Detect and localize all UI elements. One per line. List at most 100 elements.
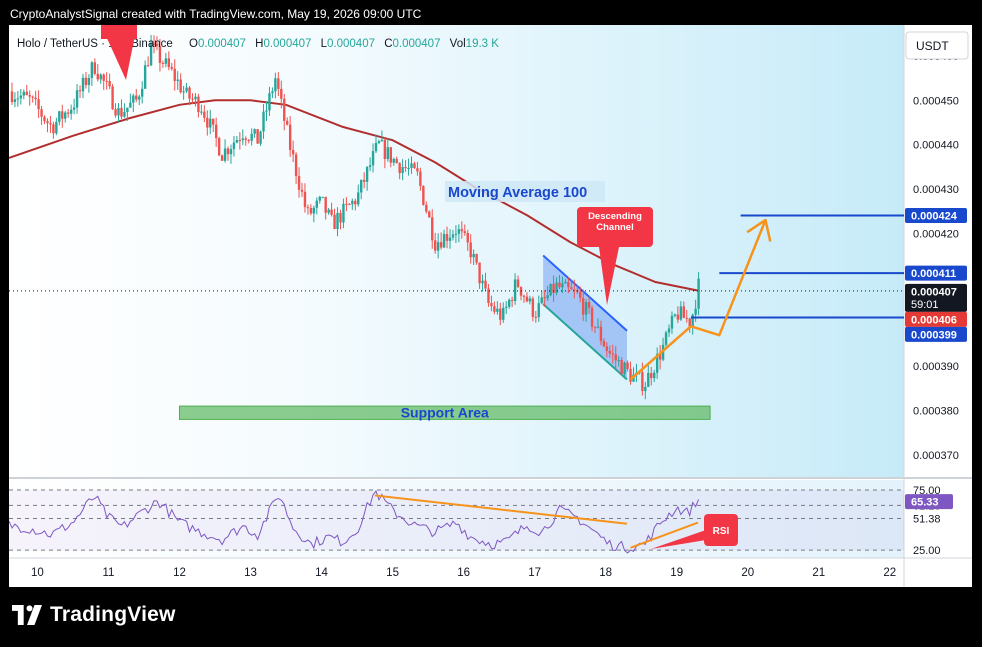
candle-body — [327, 209, 330, 213]
candle-body — [194, 96, 197, 100]
candle-body — [670, 315, 674, 329]
candle-body — [188, 87, 191, 99]
candle-body — [66, 112, 70, 114]
candle-body — [507, 299, 511, 307]
candle-body — [90, 62, 94, 79]
rsi-value-badge: 65.33 — [905, 494, 953, 510]
candle-body — [120, 107, 123, 117]
candle-body — [490, 303, 493, 307]
legend: Holo / TetherUS · 1h · Binance O0.000407… — [17, 38, 499, 50]
candle-body — [611, 353, 614, 355]
candle-body — [102, 74, 105, 81]
candle-body — [448, 237, 452, 241]
candle-body — [129, 102, 132, 108]
candle-body — [339, 212, 342, 223]
candle-body — [13, 99, 17, 103]
candle-body — [87, 78, 91, 86]
candle-body — [232, 142, 236, 150]
candle-body — [108, 80, 111, 87]
price-badge-blue: 0.000411 — [905, 265, 967, 281]
candle-body — [176, 79, 179, 81]
candle-body — [25, 91, 28, 95]
x-axis-tick-label: 21 — [812, 567, 825, 579]
candle-body — [235, 140, 239, 143]
candle-body — [114, 109, 117, 116]
candle-body — [291, 149, 295, 155]
candle-body — [170, 67, 173, 69]
candle-body — [49, 123, 52, 125]
candle-body — [573, 289, 576, 291]
candle-body — [679, 306, 683, 320]
x-axis-tick-label: 19 — [670, 567, 683, 579]
candle-body — [55, 121, 58, 134]
candle-body — [543, 297, 546, 299]
candle-body — [336, 212, 339, 230]
candle-body — [357, 192, 360, 205]
x-axis-tick-label: 18 — [599, 567, 612, 579]
price-badge-blue: 0.000399 — [905, 326, 967, 342]
candle-body — [605, 346, 609, 351]
candle-body — [362, 179, 366, 182]
candle-body — [303, 191, 307, 208]
candle-body — [214, 124, 218, 139]
y-axis-tick-label: 0.000390 — [913, 361, 959, 373]
x-axis-tick-label: 10 — [31, 567, 44, 579]
candle-body — [262, 111, 265, 132]
candle-body — [682, 306, 686, 318]
channel-callout-label: Descending Channel — [588, 211, 642, 233]
candle-body — [226, 148, 230, 155]
price-badge-blue: 0.000424 — [905, 208, 967, 224]
candle-body — [10, 91, 14, 103]
candle-body — [602, 341, 606, 347]
candle-body — [419, 171, 422, 186]
candle-body — [318, 196, 321, 201]
candle-body — [374, 142, 378, 152]
candle-body — [647, 372, 650, 387]
support-area-label: Support Area — [401, 405, 489, 421]
candle-body — [581, 298, 585, 315]
candle-body — [300, 189, 304, 192]
candle-body — [22, 91, 25, 96]
candle-body — [475, 253, 478, 263]
candle-body — [37, 99, 40, 110]
candle-body — [561, 283, 564, 288]
candle-body — [93, 62, 97, 74]
candle-body — [617, 360, 620, 362]
currency-label: USDT — [916, 39, 949, 53]
candle-body — [472, 253, 475, 258]
candle-body — [552, 283, 555, 293]
candle-body — [371, 151, 375, 166]
candle-body — [28, 94, 31, 97]
candle-body — [380, 139, 384, 142]
candle-body — [105, 80, 108, 82]
price-chart[interactable]: Support Area 0.0004600.0004500.0004400.0… — [9, 25, 972, 587]
candle-body — [534, 316, 538, 318]
candle-body — [531, 298, 535, 317]
candle-body — [161, 62, 165, 64]
candle-body — [315, 200, 319, 208]
candle-body — [111, 86, 114, 110]
candle-body — [620, 360, 623, 375]
candle-body — [516, 279, 520, 287]
candle-body — [593, 326, 597, 328]
candle-body — [58, 111, 61, 122]
price-badge-value: 0.000406 — [911, 314, 957, 326]
candle-body — [564, 281, 567, 284]
candle-body — [528, 298, 532, 302]
legend-ohlc: O0.000407 H0.000407 L0.000407 C0.000407 … — [189, 38, 499, 50]
candle-body — [126, 107, 129, 112]
candle-body — [209, 118, 212, 128]
candle-body — [502, 307, 505, 320]
candle-body — [223, 148, 227, 161]
candle-body — [61, 111, 64, 119]
candle-body — [253, 129, 256, 134]
candle-body — [499, 308, 502, 320]
candle-body — [650, 372, 653, 379]
candle-body — [428, 211, 431, 218]
candle-body — [206, 117, 209, 128]
candle-body — [549, 283, 552, 296]
x-axis-tick-label: 14 — [315, 567, 328, 579]
currency-selector[interactable]: USDT — [905, 31, 969, 60]
candle-body — [505, 306, 508, 308]
candle-body — [75, 90, 79, 108]
